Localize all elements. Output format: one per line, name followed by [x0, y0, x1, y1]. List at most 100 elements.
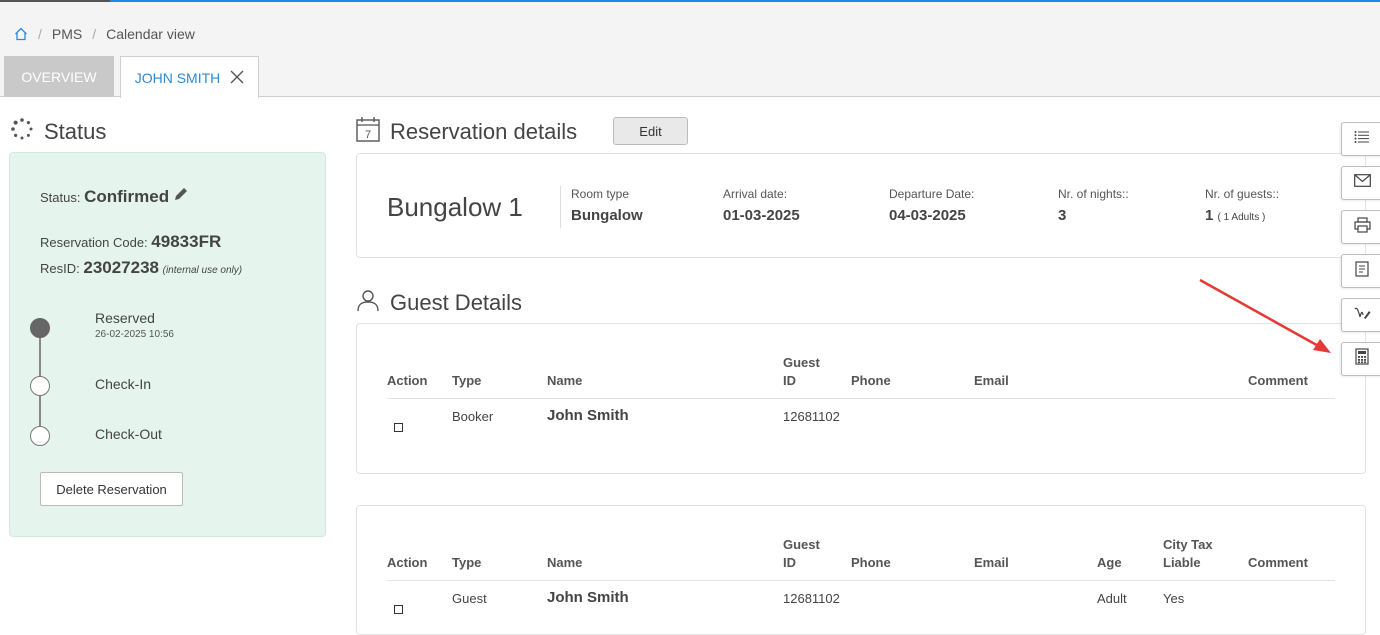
header-type: Type: [452, 555, 482, 570]
header-guest-id: Guest ID: [783, 355, 820, 388]
tab-john-smith[interactable]: JOHN SMITH: [120, 56, 259, 98]
arrival-label: Arrival date:: [723, 187, 788, 201]
header-guest-id: Guest ID: [783, 537, 820, 570]
departure-col: Departure Date: 04-03-2025: [889, 187, 974, 224]
resid-row: ResID: 23027238 (internal use only): [40, 258, 242, 278]
spinner-icon: [10, 117, 34, 147]
print-icon: [1353, 216, 1371, 238]
breadcrumb-calendar-view[interactable]: Calendar view: [106, 26, 195, 42]
departure-value: 04-03-2025: [889, 207, 966, 224]
booker-table: Action Type Name Guest ID Phone Email Co…: [356, 323, 1366, 474]
status-panel: Status: Confirmed Reservation Code: 4983…: [9, 152, 326, 537]
list-icon: [1354, 130, 1370, 149]
svg-text:7: 7: [365, 129, 371, 141]
cell-guest-id: 12681102: [783, 409, 840, 424]
guests-value-row: 1 ( 1 Adults ): [1205, 207, 1279, 224]
room-name: Bungalow 1: [387, 192, 523, 222]
room-type-value: Bungalow: [571, 207, 643, 224]
room-type-label: Room type: [571, 187, 630, 201]
breadcrumb-separator: /: [38, 26, 42, 42]
resid-label: ResID:: [40, 261, 80, 276]
calculator-icon: [1355, 348, 1369, 370]
breadcrumb-separator: /: [92, 26, 97, 42]
step-checkin-dot: [30, 376, 50, 396]
departure-label: Departure Date:: [889, 187, 975, 201]
header-divider: [387, 580, 1335, 581]
edit-button[interactable]: Edit: [613, 117, 688, 145]
arrival-value: 01-03-2025: [723, 207, 800, 224]
cell-type: Guest: [452, 591, 487, 606]
tab-john-smith-label: JOHN SMITH: [134, 69, 221, 86]
header-phone: Phone: [851, 555, 891, 570]
header-type: Type: [452, 373, 482, 388]
step-checkout-dot: [30, 426, 50, 446]
guest-details-title: Guest Details: [356, 288, 522, 318]
user-icon: [356, 288, 380, 318]
guest-details-title-text: Guest Details: [390, 290, 523, 315]
calculator-button[interactable]: [1341, 342, 1380, 376]
document-button[interactable]: [1341, 254, 1380, 288]
header-age: Age: [1097, 555, 1122, 570]
mail-icon: [1353, 174, 1371, 192]
nights-value: 3: [1058, 207, 1067, 224]
guests-note: ( 1 Adults ): [1217, 212, 1266, 223]
signature-button[interactable]: [1341, 298, 1380, 332]
room-type-col: Room type Bungalow: [571, 187, 643, 224]
header-action: Action: [387, 555, 428, 570]
step-checkin-label: Check-In: [95, 376, 152, 392]
reservation-details-title: 7 Reservation details: [356, 116, 577, 148]
document-icon: [1355, 260, 1369, 282]
breadcrumb: / PMS / Calendar view: [14, 26, 195, 42]
home-icon[interactable]: [14, 27, 28, 41]
calendar-icon: 7: [356, 116, 380, 148]
header-name: Name: [547, 555, 583, 570]
header-email: Email: [974, 555, 1009, 570]
step-checkout-label: Check-Out: [95, 426, 162, 442]
guest-table: Action Type Name Guest ID Phone Email Ag…: [356, 505, 1366, 635]
divider: [560, 186, 561, 228]
cell-city-tax: Yes: [1163, 591, 1185, 606]
step-reserved-label: Reserved: [95, 310, 155, 326]
row-checkbox[interactable]: [394, 423, 403, 432]
email-button[interactable]: [1341, 166, 1380, 200]
header-comment: Comment: [1248, 373, 1308, 388]
guests-col: Nr. of guests:: 1 ( 1 Adults ): [1205, 187, 1279, 224]
cell-guest-id: 12681102: [783, 591, 840, 606]
status-label: Status:: [40, 190, 81, 205]
cell-type: Booker: [452, 409, 494, 424]
header-city-tax: City Tax Liable: [1163, 537, 1213, 570]
status-title-text: Status: [44, 119, 107, 144]
reservation-code-row: Reservation Code: 49833FR: [40, 232, 221, 252]
guests-value: 1: [1205, 207, 1214, 224]
tab-overview[interactable]: OVERVIEW: [4, 56, 114, 97]
header-action: Action: [387, 373, 428, 388]
nights-col: Nr. of nights:: 3: [1058, 187, 1129, 224]
step-reserved-date: 26-02-2025 10:56: [95, 329, 174, 340]
list-button[interactable]: [1341, 122, 1380, 156]
header-email: Email: [974, 373, 1009, 388]
signature-icon: [1354, 305, 1371, 326]
reservation-code-label: Reservation Code:: [40, 235, 148, 250]
cell-age: Adult: [1097, 591, 1127, 606]
guests-label: Nr. of guests::: [1205, 187, 1280, 201]
breadcrumb-pms[interactable]: PMS: [52, 26, 82, 42]
reservation-card: Bungalow 1 Room type Bungalow Arrival da…: [356, 153, 1366, 258]
close-icon[interactable]: [230, 68, 244, 88]
header-divider: [387, 398, 1335, 399]
tab-overview-label: OVERVIEW: [21, 68, 97, 85]
header-comment: Comment: [1248, 555, 1308, 570]
status-value: Confirmed: [84, 187, 170, 206]
pencil-icon[interactable]: [173, 188, 189, 205]
nights-label: Nr. of nights::: [1058, 187, 1129, 201]
arrival-col: Arrival date: 01-03-2025: [723, 187, 800, 224]
reservation-code-value: 49833FR: [151, 232, 222, 251]
step-reserved-dot: [30, 318, 50, 338]
status-title: Status: [10, 117, 106, 147]
header-name: Name: [547, 373, 583, 388]
cell-name: John Smith: [547, 407, 629, 424]
delete-reservation-button[interactable]: Delete Reservation: [40, 472, 183, 506]
status-row: Status: Confirmed: [40, 186, 189, 207]
print-button[interactable]: [1341, 210, 1380, 244]
reservation-details-title-text: Reservation details: [390, 119, 578, 144]
row-checkbox[interactable]: [394, 605, 403, 614]
